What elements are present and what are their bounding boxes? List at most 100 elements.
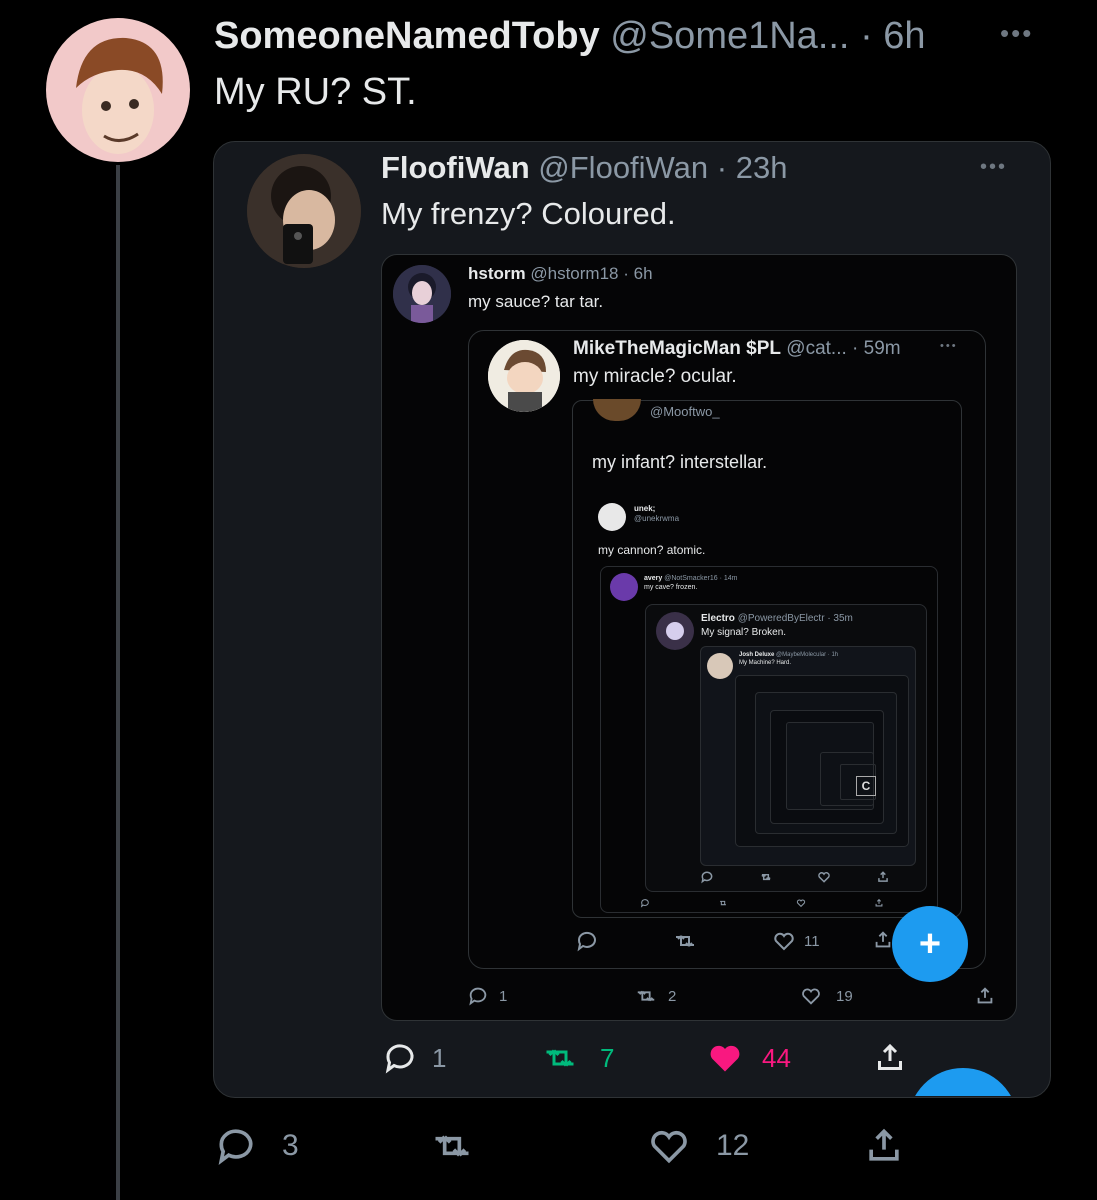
nested4-display-name: unek; [634, 504, 656, 513]
nested6-header: Electro @PoweredByElectr · 35m My signal… [701, 612, 853, 640]
quote-header: FloofiWan @FloofiWan · 23h [381, 150, 787, 186]
like-icon [651, 1130, 687, 1164]
nested5-text: my cave? frozen. [644, 584, 698, 591]
nested2-avatar[interactable] [488, 340, 560, 412]
handle[interactable]: @Some1Na... [610, 15, 849, 57]
nested-timestamp[interactable]: 6h [634, 264, 653, 283]
share-icon [875, 931, 891, 948]
quote-display-name[interactable]: FloofiWan [381, 150, 530, 185]
share-button[interactable] [974, 985, 996, 1007]
display-name[interactable]: SomeoneNamedToby [214, 15, 600, 57]
quote-handle[interactable]: @FloofiWan [538, 150, 708, 185]
like-button[interactable]: 19 [800, 985, 853, 1007]
nested4-text: my cannon? atomic. [598, 543, 706, 557]
retweet-icon [435, 1135, 469, 1157]
nested-handle[interactable]: @hstorm18 [530, 264, 618, 283]
retweet-icon [676, 935, 694, 947]
reply-count: 3 [282, 1129, 299, 1162]
reply-icon [701, 871, 713, 884]
share-button[interactable] [872, 1040, 908, 1076]
nested3-text: my infant? interstellar. [592, 452, 768, 472]
nested2-text: my miracle? ocular. [573, 366, 737, 387]
nested5-handle: @NotSmacker16 · 14m [664, 575, 738, 582]
retweet-button[interactable]: 7 [538, 1040, 614, 1076]
reply-icon [640, 899, 649, 908]
like-icon [818, 872, 831, 883]
nested2-more-button[interactable]: ••• [940, 340, 958, 352]
nested7-display-name: Josh Deluxe [739, 652, 775, 658]
tweet-header: SomeoneNamedToby @Some1Na... · 6h [214, 14, 926, 58]
like-button[interactable]: 11 [772, 929, 820, 953]
reply-icon [218, 1129, 253, 1166]
reply-button[interactable]: 1 [382, 1040, 446, 1076]
nested2-timestamp[interactable]: 59m [864, 338, 901, 359]
compose-fab-partial[interactable] [908, 1068, 1018, 1096]
nested6-handle: @PoweredByElectr · 35m [737, 613, 853, 624]
nested3-handle[interactable]: @Mooftwo_ [650, 404, 720, 419]
like-icon [796, 899, 806, 908]
nested6-avatar-glow [666, 622, 684, 640]
nested-header: hstorm @hstorm18 · 6h [468, 264, 653, 284]
nested-avatar[interactable] [393, 265, 451, 323]
reply-button[interactable]: 1 [467, 985, 507, 1007]
reply-count: 1 [499, 987, 508, 1005]
quote-separator: · [716, 150, 728, 185]
like-button[interactable]: 12 [646, 1124, 749, 1168]
retweet-icon [637, 990, 655, 1002]
retweet-icon [761, 873, 771, 881]
retweet-button[interactable] [426, 1124, 502, 1168]
reply-icon [385, 1044, 414, 1074]
quote-timestamp[interactable]: 23h [736, 150, 788, 185]
deep-actions-2 [640, 898, 884, 908]
compose-tweet-button[interactable]: + [892, 906, 968, 982]
quote-more-button[interactable]: ••• [980, 156, 1007, 179]
avatar[interactable] [46, 18, 190, 162]
like-count: 44 [762, 1042, 791, 1073]
nested2-avatar-illustration [488, 340, 560, 412]
share-icon [869, 1128, 899, 1161]
share-icon [977, 987, 993, 1004]
like-count: 12 [716, 1129, 750, 1162]
avatar-illustration [76, 37, 163, 154]
reply-button[interactable] [575, 929, 599, 953]
retweet-count: 2 [668, 987, 677, 1005]
retweet-count: 7 [600, 1042, 615, 1073]
nested7-text: My Machine? Hard. [739, 660, 792, 666]
retweet-button[interactable]: 2 [634, 985, 676, 1007]
nested7-avatar [707, 653, 733, 679]
nested2-display-name[interactable]: MikeTheMagicMan $PL [573, 338, 781, 359]
nested2-separator: · [852, 338, 859, 359]
retweet-icon [546, 1049, 574, 1067]
reply-button[interactable]: 3 [214, 1124, 299, 1168]
tweet-text: My RU? ST. [214, 71, 417, 113]
share-button[interactable] [862, 1124, 906, 1168]
like-button[interactable]: 44 [706, 1040, 791, 1076]
quote-avatar[interactable] [247, 154, 361, 268]
like-count: 11 [804, 932, 820, 950]
like-icon [802, 988, 820, 1005]
nested-avatar-illustration [393, 265, 451, 323]
quote-avatar-photo [247, 154, 361, 268]
nested2-handle[interactable]: @cat... [786, 338, 846, 359]
nested5-avatar [610, 573, 638, 601]
nested5-display-name: avery [644, 575, 663, 582]
nested6-avatar [656, 612, 694, 650]
nested-display-name[interactable]: hstorm [468, 264, 526, 283]
reply-icon [577, 931, 596, 952]
reply-count: 1 [432, 1042, 447, 1073]
deep-actions-1 [700, 870, 890, 884]
nested7-handle: @MaybeMolecular · 1h [776, 652, 839, 658]
nested6-display-name: Electro [701, 613, 735, 624]
more-options-button[interactable]: ••• [1000, 18, 1033, 49]
nested-text: my sauce? tar tar. [468, 292, 604, 311]
nested4-header: unek; @unekrwma [634, 504, 679, 524]
nested4-avatar [598, 503, 626, 531]
nested-separator: · [623, 264, 629, 283]
reply-icon [469, 987, 487, 1006]
nested2-header: MikeTheMagicMan $PL @cat... · 59m [573, 338, 901, 360]
timestamp[interactable]: 6h [883, 15, 925, 57]
separator: · [860, 15, 873, 57]
share-button[interactable] [872, 929, 894, 951]
share-icon [878, 871, 888, 882]
retweet-button[interactable] [672, 929, 698, 953]
